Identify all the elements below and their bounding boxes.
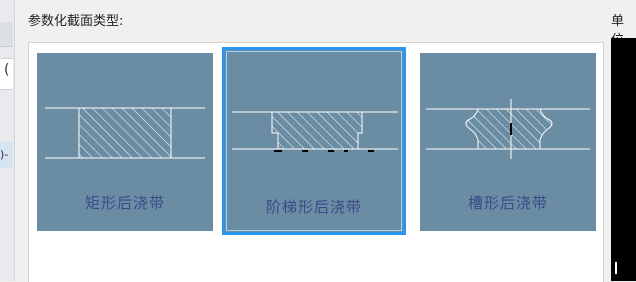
tile-grooved-post-cast-strip[interactable]: 槽形后浇带 — [420, 53, 596, 231]
left-tab[interactable] — [0, 22, 13, 47]
tile-stepped-post-cast-strip[interactable]: 阶梯形后浇带 — [222, 47, 406, 235]
left-glyph: ( — [4, 62, 10, 78]
section-label: 参数化截面类型: — [28, 14, 124, 29]
tile-rectangular-post-cast-strip[interactable]: 矩形后浇带 — [37, 53, 213, 231]
preview-marker — [615, 262, 617, 274]
left-sidebar-strip: ( )- — [0, 0, 15, 281]
tile-label: 矩形后浇带 — [84, 194, 165, 212]
section-type-panel: 矩形后浇带 阶梯形后浇带 槽形后浇带 — [28, 42, 604, 282]
tile-label: 阶梯形后浇带 — [265, 198, 362, 216]
tile-label: 槽形后浇带 — [467, 194, 548, 212]
left-row-text: )- — [0, 148, 9, 161]
preview-canvas — [611, 38, 636, 281]
